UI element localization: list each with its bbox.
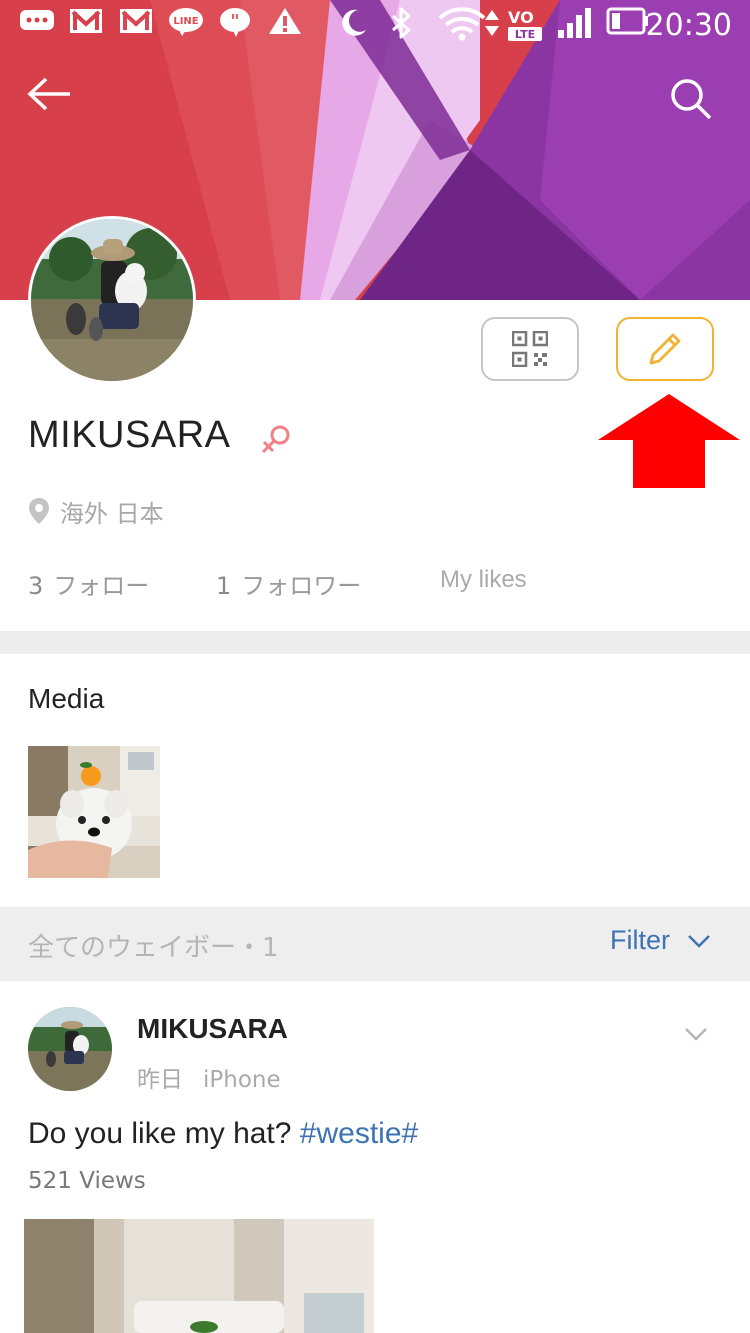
svg-text:VO: VO	[508, 8, 534, 27]
svg-text:LINE: LINE	[173, 16, 198, 27]
quote-bubble-icon: "	[218, 6, 254, 46]
status-bar: LINE " VO LTE 20:30	[0, 0, 750, 52]
post-author-name[interactable]: MIKUSARA	[137, 1013, 288, 1045]
following-label: フォロー	[53, 572, 150, 600]
svg-text:LTE: LTE	[515, 28, 535, 41]
chevron-down-icon	[685, 1028, 707, 1041]
feed-filter-bar: 全てのウェイボー・1 Filter	[0, 907, 750, 981]
search-icon	[671, 79, 712, 120]
warning-icon	[268, 6, 304, 46]
location-text: 海外 日本	[60, 499, 164, 528]
qr-code-icon	[512, 331, 548, 367]
search-button[interactable]	[668, 76, 732, 140]
profile-avatar[interactable]	[28, 216, 196, 384]
profile-location: 海外 日本	[28, 494, 164, 528]
back-button[interactable]	[26, 76, 90, 140]
chevron-down-icon	[688, 934, 710, 948]
post-device: iPhone	[203, 1067, 281, 1093]
status-time: 20:30	[645, 8, 732, 43]
post-avatar-photo	[28, 1007, 112, 1091]
back-arrow-icon	[27, 77, 70, 111]
chat-bubble-icon	[18, 6, 58, 46]
post-time: 昨日	[137, 1067, 183, 1093]
female-symbol-icon	[261, 425, 290, 454]
post-image[interactable]	[24, 1219, 374, 1333]
moon-icon	[336, 6, 374, 46]
data-arrows-icon	[484, 6, 502, 46]
posts-count-label: 全てのウェイボー・1	[28, 933, 279, 963]
followers-count[interactable]: 1 フォロワー	[216, 566, 361, 601]
volte-icon: VO LTE	[506, 6, 546, 46]
section-divider	[0, 631, 750, 654]
line-icon: LINE	[168, 6, 206, 46]
gmail-icon	[118, 6, 156, 46]
dog-photo-thumbnail	[28, 746, 160, 878]
red-up-arrow-icon	[598, 394, 740, 488]
followers-number: 1	[216, 572, 232, 600]
post-body-text: Do you like my hat?	[28, 1117, 300, 1150]
gmail-icon	[68, 6, 106, 46]
filter-button[interactable]: Filter	[610, 925, 712, 956]
post-meta: 昨日 iPhone	[137, 1060, 281, 1094]
wifi-icon	[438, 6, 488, 46]
pencil-icon	[649, 333, 681, 365]
bluetooth-icon	[388, 6, 420, 46]
avatar-photo	[31, 219, 193, 381]
signal-icon	[556, 6, 594, 46]
post-author-avatar[interactable]	[28, 1007, 112, 1091]
post-menu-button[interactable]	[676, 1016, 716, 1052]
following-number: 3	[28, 572, 44, 600]
my-likes-label: My likes	[440, 566, 527, 593]
qr-code-button[interactable]	[481, 317, 579, 381]
media-section-title: Media	[28, 683, 105, 714]
filter-label: Filter	[610, 925, 670, 955]
svg-text:": "	[230, 11, 239, 32]
followers-label: フォロワー	[241, 572, 362, 600]
my-likes-link[interactable]: My likes	[440, 566, 527, 594]
profile-name: MIKUSARA	[28, 414, 231, 456]
post-hashtag-link[interactable]: #westie#	[300, 1117, 418, 1150]
edit-profile-button[interactable]	[616, 317, 714, 381]
location-pin-icon	[29, 498, 49, 524]
post-photo	[24, 1219, 374, 1333]
post-text: Do you like my hat? #westie#	[28, 1117, 418, 1151]
following-count[interactable]: 3 フォロー	[28, 566, 149, 601]
post-views: 521 Views	[28, 1168, 146, 1194]
media-thumbnail[interactable]	[28, 746, 160, 878]
